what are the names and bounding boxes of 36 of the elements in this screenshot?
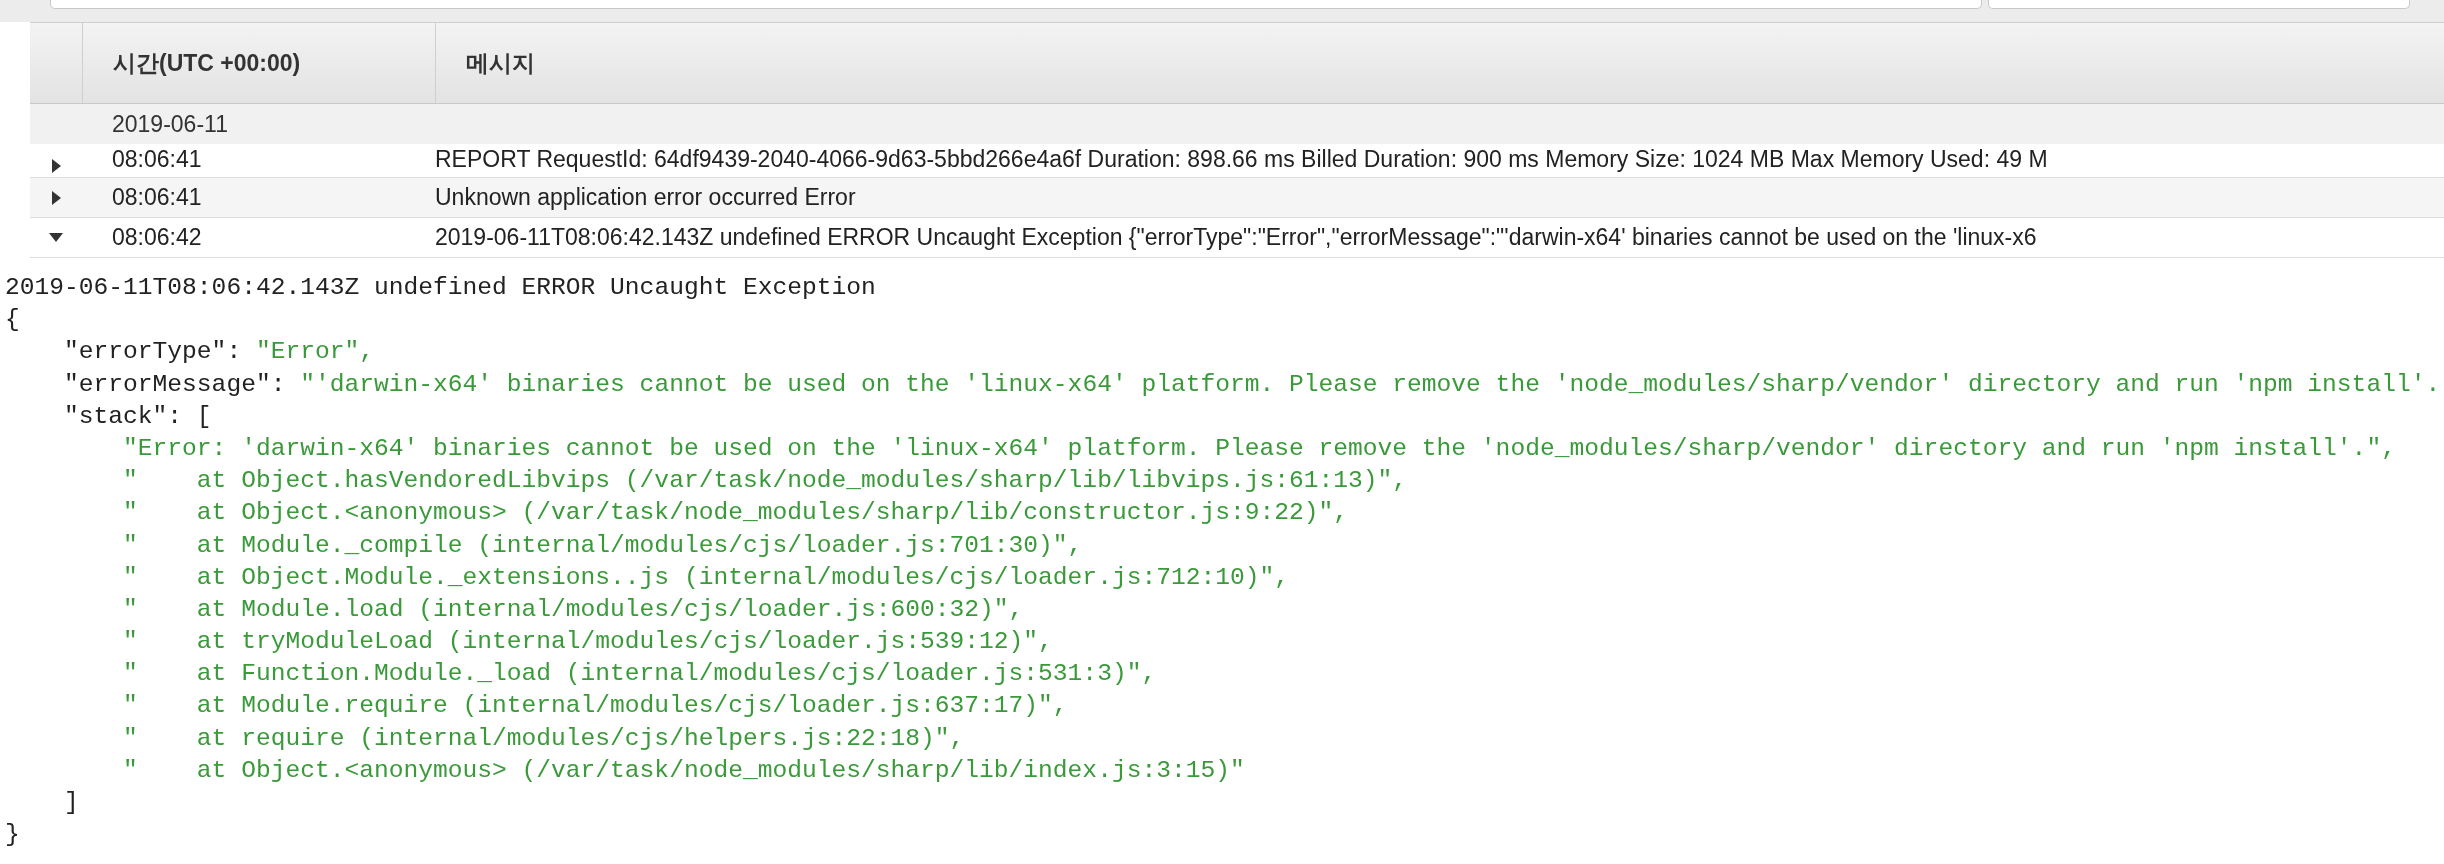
caret-down-icon[interactable] — [49, 233, 63, 242]
caret-right-icon[interactable] — [51, 159, 61, 173]
stack-line: " at Module._compile (internal/modules/cjs/loader.js:701:30)", — [123, 531, 1083, 559]
json-key: "stack": — [64, 402, 197, 430]
string-value: "Error", — [255, 338, 374, 366]
message-cell: 2019-06-11T08:06:42.143Z undefined ERROR Uncaught Exception {"errorType":"Error","errorMessage":"'darwin-x64' binaries cannot be used on the 'linux-x6 — [435, 224, 2037, 250]
message-cell: Unknown application error occurred Error — [435, 184, 856, 210]
time-cell: 08:06:41 — [112, 146, 202, 172]
date-group-label: 2019-06-11 — [112, 110, 228, 138]
message-cell: REPORT RequestId: 64df9439-2040-4066-9d63-5bbd266e4a6f Duration: 898.66 ms Billed Duration: 900 ms Memory Size: 1024 MB Max Memory Used: 49 M — [435, 146, 2048, 172]
stack-line: " at Object.Module._extensions..js (internal/modules/cjs/loader.js:712:10)", — [123, 563, 1289, 591]
code-text: [ — [196, 402, 212, 430]
stack-line: " at Module.load (internal/modules/cjs/loader.js:600:32)", — [123, 595, 1024, 623]
stack-line: " at tryModuleLoad (internal/modules/cjs/loader.js:539:12)", — [123, 628, 1053, 656]
stack-line: " at Module.require (internal/modules/cjs/loader.js:637:17)", — [123, 692, 1068, 720]
stack-line: "Error: 'darwin-x64' binaries cannot be used on the 'linux-x64' platform. Please remove the 'node_modules/sharp/vendor' directory and run 'npm install'.", — [123, 434, 2396, 462]
stack-line: " at Object.hasVendoredLibvips (/var/task/node_modules/sharp/lib/libvips.js:61:13)", — [123, 467, 1408, 495]
caret-right-icon[interactable] — [51, 190, 61, 205]
code-text: } — [5, 821, 20, 849]
log-header-text: 2019-06-11T08:06:42.143Z undefined ERROR Uncaught Exception — [5, 274, 876, 301]
stack-line: " at Object.<anonymous> (/var/task/node_modules/sharp/lib/constructor.js:9:22)", — [123, 499, 1349, 527]
stack-line: " at Function.Module._load (internal/modules/cjs/loader.js:531:3)", — [123, 660, 1157, 688]
column-header: 시간(UTC +00:00) — [113, 48, 301, 78]
code-text: { — [5, 306, 20, 334]
column-header: 메시지 — [466, 48, 535, 78]
time-range-field[interactable] — [1988, 0, 2410, 9]
log-row[interactable]: 08:06:41 Unknown application error occurred Error — [30, 178, 2444, 218]
stack-line: " at Object.<anonymous> (/var/task/node_modules/sharp/lib/index.js:3:15)" — [123, 756, 1245, 784]
time-cell: 08:06:42 — [112, 224, 202, 250]
time-cell: 08:06:41 — [112, 184, 202, 210]
stack-line: " at require (internal/modules/cjs/helpers.js:22:18)", — [123, 724, 965, 752]
json-key: "errorMessage": — [64, 370, 301, 398]
json-key: "errorType": — [64, 338, 256, 366]
code-text: ] — [64, 789, 79, 816]
string-value: "'darwin-x64' binaries cannot be used on the 'linux-x64' platform. Please remove the 'node_modules/sharp/vendor' directory and run 'npm install'. — [300, 370, 2441, 398]
filter-field[interactable] — [50, 0, 1982, 9]
